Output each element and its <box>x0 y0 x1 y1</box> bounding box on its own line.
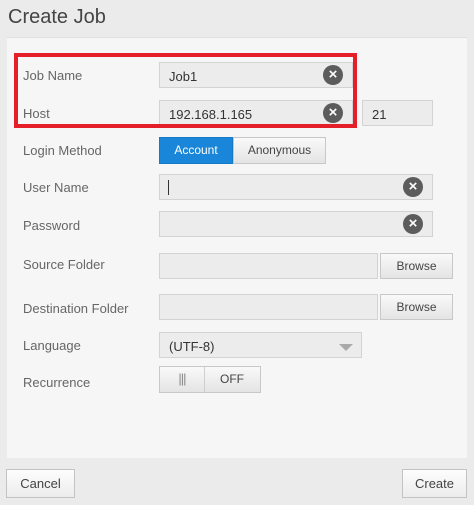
login-method-account-button[interactable]: Account <box>159 137 233 164</box>
source-folder-label: Source Folder <box>23 257 105 272</box>
user-name-label: User Name <box>23 180 89 195</box>
language-select[interactable]: (UTF-8) <box>159 332 362 358</box>
user-name-input[interactable]: × <box>159 174 433 200</box>
create-button[interactable]: Create <box>402 469 467 498</box>
recurrence-state: OFF <box>220 372 244 386</box>
toggle-grip-icon: ||| <box>160 367 205 392</box>
password-input[interactable]: × <box>159 211 433 237</box>
login-method-anonymous-button[interactable]: Anonymous <box>233 137 326 164</box>
cancel-button[interactable]: Cancel <box>6 469 75 498</box>
source-folder-input[interactable] <box>159 253 378 279</box>
text-caret <box>168 180 169 195</box>
destination-folder-browse-button[interactable]: Browse <box>380 294 453 320</box>
language-value: (UTF-8) <box>169 339 215 354</box>
source-folder-browse-button[interactable]: Browse <box>380 253 453 279</box>
destination-folder-label: Destination Folder <box>23 301 129 316</box>
password-clear-icon[interactable]: × <box>403 214 423 234</box>
highlight-box <box>14 53 357 128</box>
triangle-down-icon <box>339 344 353 351</box>
language-label: Language <box>23 338 81 353</box>
port-input[interactable]: 21 <box>362 100 433 126</box>
login-method-label: Login Method <box>23 143 102 158</box>
recurrence-label: Recurrence <box>23 375 91 390</box>
password-label: Password <box>23 218 81 233</box>
destination-folder-input[interactable] <box>159 294 378 320</box>
port-value: 21 <box>372 107 387 122</box>
dialog-title: Create Job <box>8 6 106 28</box>
recurrence-toggle[interactable]: ||| OFF <box>159 366 261 393</box>
user-name-clear-icon[interactable]: × <box>403 177 423 197</box>
